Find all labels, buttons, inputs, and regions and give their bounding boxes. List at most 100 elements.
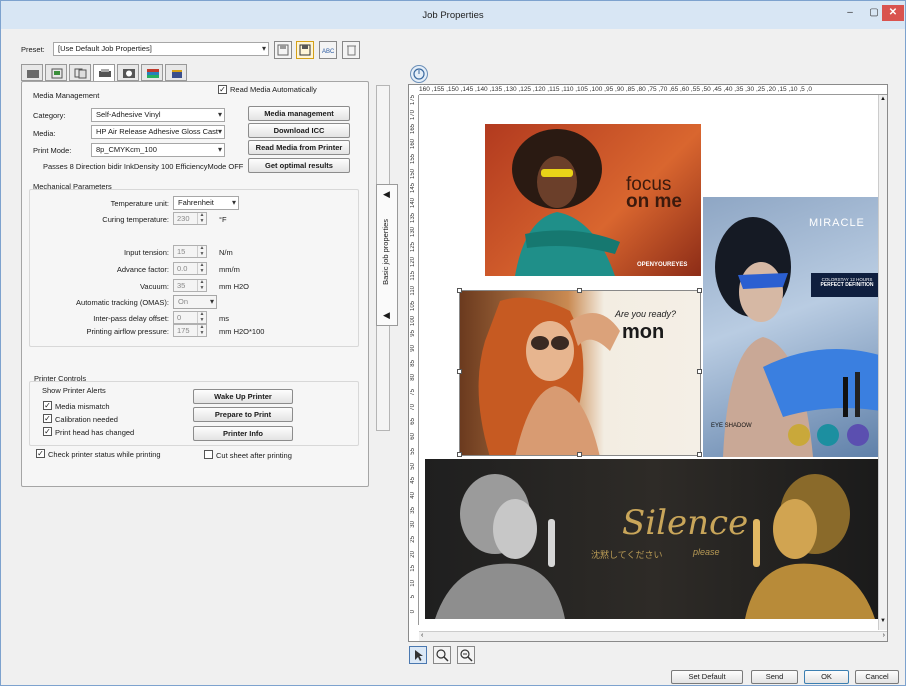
save-preset-icon[interactable]	[274, 41, 292, 59]
silence-please: please	[693, 547, 720, 557]
cancel-button[interactable]: Cancel	[855, 670, 899, 684]
ruler-tick-label: 70	[410, 403, 416, 411]
image-miracle-ad[interactable]: MIRACLE COLORSTAY 12 HOURS PERFECT DEFIN…	[703, 197, 886, 457]
print-mode-select[interactable]: 8p_CMYKcm_100 ▾	[91, 143, 225, 157]
horizontal-scrollbar[interactable]: ‹ ›	[419, 631, 887, 641]
tab-layout[interactable]	[45, 64, 67, 81]
interpass-spinner[interactable]: 0 ▲ ▼	[173, 311, 207, 324]
spin-arrows-icon[interactable]: ▲ ▼	[197, 324, 206, 336]
selection-handle[interactable]	[457, 452, 462, 457]
prepare-button[interactable]: Prepare to Print	[193, 407, 293, 422]
set-default-button[interactable]: Set Default	[671, 670, 743, 684]
ok-button[interactable]: OK	[804, 670, 849, 684]
selection-handle[interactable]	[697, 452, 702, 457]
selection-handle[interactable]	[697, 369, 702, 374]
close-icon[interactable]: ✕	[882, 5, 904, 21]
vacuum-spinner[interactable]: 35 ▲ ▼	[173, 279, 207, 292]
tab-general-icon	[27, 70, 39, 78]
curing-spinner[interactable]: 230 ▲ ▼	[173, 212, 207, 225]
read-media-button[interactable]: Read Media from Printer	[248, 140, 350, 155]
check-status-checkbox[interactable]: ✓	[36, 449, 45, 458]
vacuum-label: Vacuum:	[139, 282, 169, 291]
scroll-up-icon[interactable]: ▲	[880, 96, 886, 102]
input-tension-value: 15	[177, 247, 186, 256]
spin-arrows-icon[interactable]: ▲ ▼	[197, 212, 206, 224]
selection-handle[interactable]	[577, 288, 582, 293]
miracle-promo: COLORSTAY 12 HOURS PERFECT DEFINITION	[811, 273, 883, 297]
alerts-title: Show Printer Alerts	[42, 386, 106, 395]
chevron-down-icon: ▾	[261, 44, 266, 53]
media-management-button[interactable]: Media management	[248, 106, 350, 121]
promo-line2: PERFECT DEFINITION	[820, 282, 874, 288]
chevron-down-icon: ▾	[217, 127, 222, 136]
omas-label: Automatic tracking (OMAS):	[76, 298, 169, 307]
check-status-label: Check printer status while printing	[48, 450, 161, 459]
rename-preset-icon[interactable]: ABC	[319, 41, 337, 59]
image-are-you-ready[interactable]: Are you ready? mon	[459, 290, 701, 456]
tab-copies[interactable]	[69, 64, 91, 81]
temp-unit-label: Temperature unit:	[110, 199, 169, 208]
save-as-preset-icon[interactable]	[296, 41, 314, 59]
spin-arrows-icon[interactable]: ▲ ▼	[197, 311, 206, 323]
media-management-title: Media Management	[33, 91, 100, 100]
image-silence-banner[interactable]: Silence 沈黙してください please	[425, 459, 885, 619]
download-icc-button[interactable]: Download ICC	[248, 123, 350, 138]
advance-spinner[interactable]: 0.0 ▲ ▼	[173, 262, 207, 275]
spin-arrows-icon[interactable]: ▲ ▼	[197, 245, 206, 257]
ready-logo: mon	[622, 321, 665, 343]
scroll-right-icon[interactable]: ›	[883, 632, 885, 639]
vertical-scrollbar[interactable]: ▲ ▼	[878, 95, 887, 630]
preset-select[interactable]: [Use Default Job Properties] ▾	[53, 42, 269, 56]
category-value: Self-Adhesive Vinyl	[96, 110, 161, 119]
wake-up-button[interactable]: Wake Up Printer	[193, 389, 293, 404]
minimize-icon[interactable]: –	[839, 5, 861, 21]
tab-general[interactable]	[21, 64, 43, 81]
optimal-results-button[interactable]: Get optimal results	[248, 158, 350, 173]
airflow-spinner[interactable]: 175 ▲ ▼	[173, 324, 207, 337]
input-tension-spinner[interactable]: 15 ▲ ▼	[173, 245, 207, 258]
ruler-tick-label: 15	[410, 565, 416, 573]
tab-finishing[interactable]	[141, 64, 163, 81]
tab-info[interactable]	[165, 64, 187, 81]
spin-arrows-icon[interactable]: ▲ ▼	[197, 262, 206, 274]
printhead-checkbox[interactable]: ✓	[43, 427, 52, 436]
tab-color[interactable]	[117, 64, 139, 81]
expand-arrow-icon[interactable]: ◀	[383, 310, 390, 321]
calibration-checkbox[interactable]: ✓	[43, 414, 52, 423]
scroll-down-icon[interactable]: ▼	[880, 618, 886, 624]
model-makeup-image	[715, 217, 886, 457]
chevron-down-icon: ▾	[217, 145, 222, 154]
image-focus-on-me[interactable]: focus on me OPENYOUREYES	[485, 124, 701, 276]
ruler-tick-label: 100	[410, 315, 416, 326]
spin-arrows-icon[interactable]: ▲ ▼	[197, 279, 206, 291]
selection-handle[interactable]	[697, 288, 702, 293]
curing-label: Curing temperature:	[102, 215, 169, 224]
send-button[interactable]: Send	[751, 670, 798, 684]
cut-sheet-checkbox[interactable]	[204, 450, 213, 459]
select-tool-icon[interactable]	[409, 646, 427, 664]
preset-label: Preset:	[21, 45, 45, 54]
category-select[interactable]: Self-Adhesive Vinyl ▾	[91, 108, 225, 122]
zoom-out-icon[interactable]	[457, 646, 475, 664]
selection-handle[interactable]	[457, 288, 462, 293]
read-media-auto-checkbox[interactable]: ✓	[218, 85, 227, 94]
selection-handle[interactable]	[577, 452, 582, 457]
advance-unit: mm/m	[219, 265, 240, 274]
media-select[interactable]: HP Air Release Adhesive Gloss Cast ▾	[91, 125, 225, 139]
scroll-left-icon[interactable]: ‹	[421, 632, 423, 639]
collapse-arrow-icon[interactable]: ◀	[383, 189, 390, 200]
temp-unit-select[interactable]: Fahrenheit ▾	[173, 196, 239, 210]
media-mismatch-checkbox[interactable]: ✓	[43, 401, 52, 410]
selection-handle[interactable]	[457, 369, 462, 374]
tab-printer[interactable]	[93, 64, 115, 81]
basic-properties-tab[interactable]: ◀ Basic job properties ◀	[376, 184, 398, 326]
zoom-in-icon[interactable]	[433, 646, 451, 664]
delete-preset-icon[interactable]	[342, 41, 360, 59]
omas-select[interactable]: On ▾	[173, 295, 217, 309]
preview-canvas[interactable]: 160 ,155 ,150 ,145 ,140 ,135 ,130 ,125 ,…	[408, 84, 888, 642]
ruler-tick-label: 110	[410, 286, 416, 296]
ruler-tick-label: 125	[410, 242, 416, 253]
media-label: Media:	[33, 129, 56, 138]
printer-info-button[interactable]: Printer Info	[193, 426, 293, 441]
fit-view-icon[interactable]	[410, 65, 428, 83]
